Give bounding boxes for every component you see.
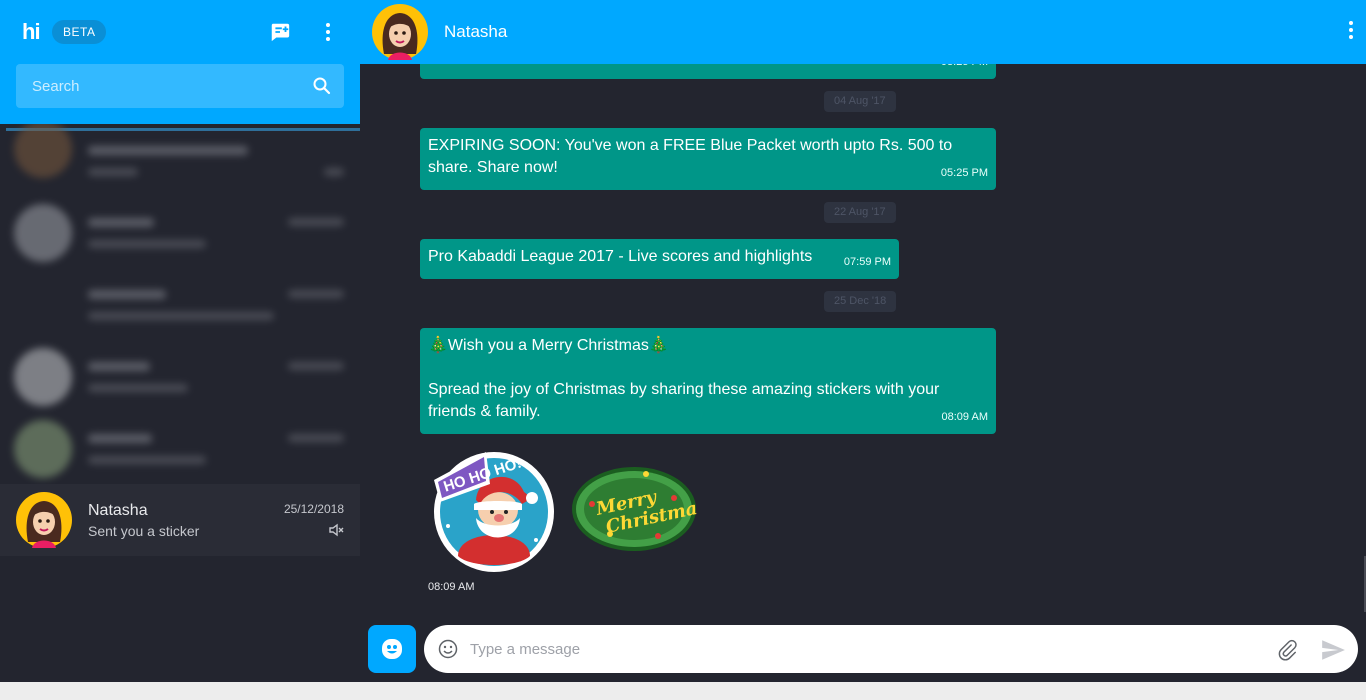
message-composer <box>360 616 1366 682</box>
avatar <box>14 204 72 262</box>
list-item[interactable] <box>0 412 360 484</box>
sticker-button[interactable] <box>368 625 416 673</box>
search-input[interactable] <box>16 64 296 108</box>
chat-last-message: Sent you a sticker <box>88 523 200 539</box>
avatar <box>16 492 72 548</box>
list-item[interactable] <box>0 340 360 412</box>
avatar <box>14 124 72 178</box>
more-options-icon[interactable] <box>316 20 340 44</box>
attach-icon[interactable] <box>1276 639 1298 661</box>
list-item[interactable] <box>0 268 360 340</box>
avatar <box>14 420 72 478</box>
message-time: 07:59 PM <box>843 256 891 268</box>
message-text: EXPIRING SOON: You've won a FREE Blue Pa… <box>428 137 957 176</box>
app-window: hi BETA Search Natasha Sent you a sticke… <box>0 0 1366 700</box>
app-logo: hi <box>22 19 41 44</box>
merry-christmas-sticker[interactable]: Merry Christmas <box>570 464 709 559</box>
search-icon[interactable] <box>312 76 332 96</box>
message-bubble[interactable]: 🎄Wish you a Merry Christmas🎄 Spread the … <box>420 328 996 434</box>
send-icon[interactable] <box>1320 637 1346 663</box>
message-bubble[interactable]: Pro Kabaddi League 2017 - Live scores an… <box>420 239 899 279</box>
mute-icon <box>328 522 344 538</box>
list-item[interactable] <box>0 196 360 268</box>
sidebar: hi BETA Search Natasha Sent you a sticke… <box>0 0 360 700</box>
message-text: 🎄Wish you a Merry Christmas🎄 Spread the … <box>428 337 940 420</box>
avatar <box>14 348 72 406</box>
message-text: Pro Kabaddi League 2017 - Live scores an… <box>428 248 813 265</box>
message-bubble[interactable]: EXPIRING SOON: You've won a FREE Blue Pa… <box>420 128 996 190</box>
message-time: 05:25 PM <box>940 167 988 179</box>
date-divider: 04 Aug '17 <box>824 91 896 112</box>
more-options-icon[interactable] <box>1348 20 1354 45</box>
message-time: 08:09 AM <box>428 581 475 593</box>
sticker-icon <box>382 639 402 659</box>
chat-header: Natasha <box>360 0 1366 64</box>
beta-badge: BETA <box>52 20 107 44</box>
bottom-edge <box>0 682 1366 700</box>
blurred-chat-list <box>0 124 360 484</box>
message-input-wrap <box>424 625 1358 673</box>
chat-date: 25/12/2018 <box>283 502 344 516</box>
sidebar-header: hi BETA <box>0 0 360 124</box>
emoji-icon[interactable] <box>438 639 458 659</box>
message-list[interactable]: 08:25 PM 04 Aug '17 EXPIRING SOON: You'v… <box>360 0 1366 612</box>
date-divider: 25 Dec '18 <box>824 291 897 312</box>
message-time: 08:09 AM <box>941 411 988 423</box>
chat-list-item-natasha[interactable]: Natasha Sent you a sticker 25/12/2018 <box>0 484 360 556</box>
date-divider: 22 Aug '17 <box>824 202 896 223</box>
santa-sticker[interactable]: HO HO HO! <box>428 444 560 581</box>
contact-avatar[interactable] <box>372 4 428 60</box>
chat-name: Natasha <box>88 502 148 519</box>
message-input[interactable] <box>470 625 1260 673</box>
contact-name[interactable]: Natasha <box>444 22 507 42</box>
search-box <box>16 64 344 108</box>
list-item[interactable] <box>0 124 360 196</box>
new-chat-icon[interactable] <box>268 20 292 44</box>
chat-panel: 08:25 PM 04 Aug '17 EXPIRING SOON: You'v… <box>360 0 1366 700</box>
